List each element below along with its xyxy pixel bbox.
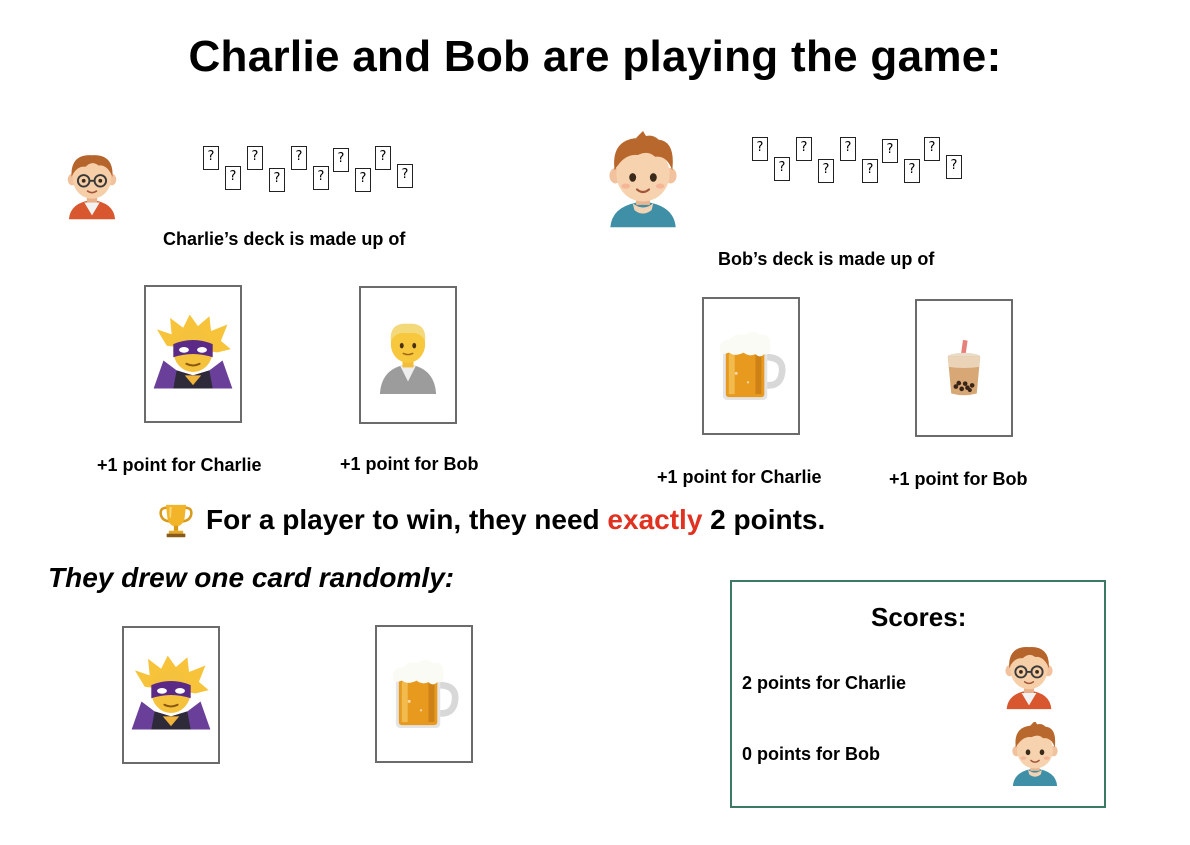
- question-card-icon: ?: [225, 166, 241, 190]
- card-bubble-tea: [915, 299, 1013, 437]
- drawn-card-beer-mug: [375, 625, 473, 763]
- question-card-icon: ?: [818, 159, 834, 183]
- drew-label: They drew one card randomly:: [48, 562, 455, 593]
- bob-deck-label: Bob’s deck is made up of: [718, 249, 935, 269]
- question-card-icon: ?: [946, 155, 962, 179]
- question-card-icon: ?: [397, 164, 413, 188]
- question-card-icon: ?: [247, 146, 263, 170]
- bob-card-1-label: +1 point for Charlie: [657, 467, 822, 487]
- bob-card-2-label: +1 point for Bob: [889, 469, 1028, 489]
- question-card-icon: ?: [924, 137, 940, 161]
- win-rule-suffix: 2 points.: [702, 504, 826, 535]
- win-rule: For a player to win, they need exactly 2…: [158, 500, 825, 540]
- charlie-deck-label: Charlie’s deck is made up of: [163, 229, 406, 249]
- win-rule-emphasis: exactly: [607, 504, 703, 535]
- question-card-icon: ?: [375, 146, 391, 170]
- supervillain-icon: [130, 654, 212, 736]
- question-card-icon: ?: [333, 148, 349, 172]
- beer-mug-icon: [714, 324, 788, 408]
- question-card-icon: ?: [752, 137, 768, 161]
- question-card-icon: ?: [203, 146, 219, 170]
- charlie-card-1-label: +1 point for Charlie: [97, 455, 262, 475]
- page-title: Charlie and Bob are playing the game:: [188, 32, 1002, 81]
- question-card-icon: ?: [882, 139, 898, 163]
- question-card-icon: ?: [862, 159, 878, 183]
- card-person: [359, 286, 457, 424]
- question-card-icon: ?: [291, 146, 307, 170]
- bob-avatar: [1002, 722, 1068, 786]
- card-beer-mug: [702, 297, 800, 435]
- score-line-charlie: 2 points for Charlie: [742, 673, 907, 693]
- bob-avatar: [600, 130, 686, 230]
- charlie-deck-icons: ? ? ? ? ? ? ? ? ? ?: [203, 146, 415, 196]
- question-card-icon: ?: [269, 168, 285, 192]
- card-supervillain: [144, 285, 242, 423]
- score-line-bob: 0 points for Bob: [742, 744, 880, 764]
- trophy-icon: [158, 500, 194, 540]
- scores-title: Scores:: [871, 602, 967, 632]
- bubble-tea-icon: [935, 332, 993, 404]
- scores-panel: Scores: 2 points for Charlie 0 points fo…: [730, 580, 1106, 808]
- drawn-card-supervillain: [122, 626, 220, 764]
- question-card-icon: ?: [796, 137, 812, 161]
- person-icon: [369, 316, 447, 394]
- question-card-icon: ?: [904, 159, 920, 183]
- bob-deck-icons: ? ? ? ? ? ? ? ? ? ?: [752, 137, 964, 187]
- charlie-avatar: [60, 142, 124, 226]
- charlie-card-2-label: +1 point for Bob: [340, 454, 479, 474]
- question-card-icon: ?: [355, 168, 371, 192]
- question-card-icon: ?: [313, 166, 329, 190]
- charlie-avatar: [998, 638, 1060, 712]
- question-card-icon: ?: [840, 137, 856, 161]
- supervillain-icon: [152, 313, 234, 395]
- win-rule-prefix: For a player to win, they need: [206, 504, 608, 535]
- question-card-icon: ?: [774, 157, 790, 181]
- beer-mug-icon: [387, 652, 461, 736]
